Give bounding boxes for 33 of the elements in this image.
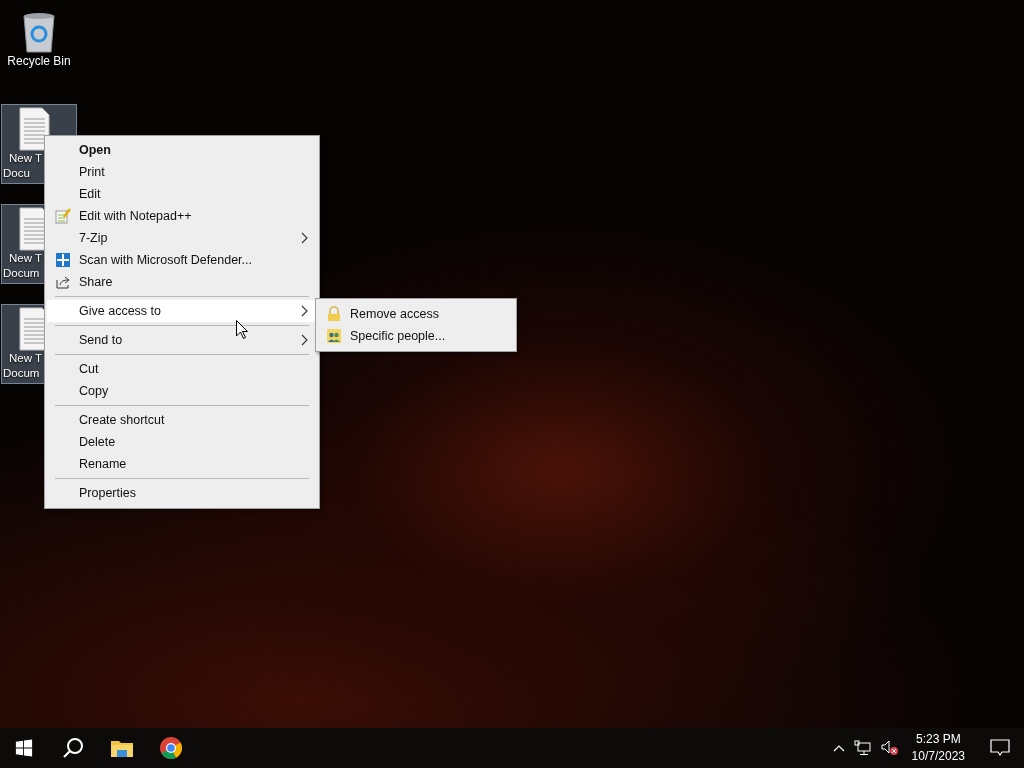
- desktop-shortcut[interactable]: Recycle Bin: [1, 8, 77, 84]
- icon-label: Docu: [3, 166, 30, 181]
- notifications-icon[interactable]: [990, 739, 1010, 757]
- menu-item[interactable]: Edit: [47, 183, 317, 205]
- icon-label: Recycle Bin: [7, 54, 71, 69]
- chevron-right-icon: [301, 334, 309, 346]
- menu-item[interactable]: Remove access: [318, 303, 514, 325]
- icon-label: Docum: [3, 366, 40, 381]
- menu-item[interactable]: Give access to: [47, 300, 317, 322]
- mouse-pointer-icon: [236, 320, 248, 339]
- menu-item[interactable]: Rename: [47, 453, 317, 475]
- clock[interactable]: 5:23 PM 10/7/2023: [907, 731, 973, 765]
- chevron-up-icon[interactable]: [832, 744, 845, 752]
- menu-item[interactable]: Properties: [47, 482, 317, 504]
- menu-item[interactable]: Delete: [47, 431, 317, 453]
- menu-item[interactable]: Create shortcut: [47, 409, 317, 431]
- icon-label: New T: [9, 251, 43, 266]
- icon-label: New T: [9, 151, 43, 166]
- notepad-icon: [55, 208, 71, 224]
- muted-speaker-icon[interactable]: [880, 740, 899, 756]
- search-icon[interactable]: [61, 737, 84, 759]
- network-icon[interactable]: [853, 740, 872, 756]
- people-icon: [326, 328, 342, 344]
- chevron-right-icon: [301, 305, 309, 317]
- padlock-icon: [326, 306, 342, 322]
- windows-start-icon[interactable]: [15, 739, 33, 757]
- chevron-right-icon: [301, 232, 309, 244]
- folder-icon[interactable]: [109, 738, 134, 758]
- share-icon: [55, 274, 71, 290]
- menu-item[interactable]: Specific people...: [318, 325, 514, 347]
- browser-icon[interactable]: [158, 736, 183, 760]
- icon-label: New T: [9, 351, 43, 366]
- icon-label: Docum: [3, 266, 40, 281]
